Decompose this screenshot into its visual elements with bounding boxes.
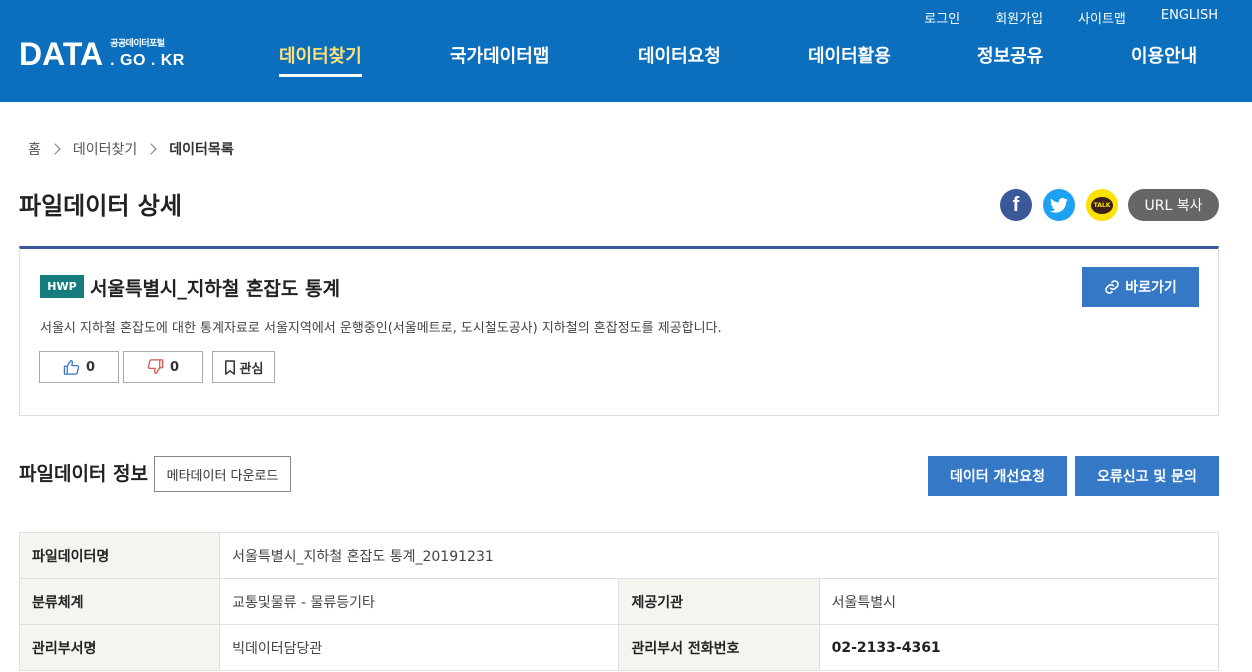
table-row: 관리부서명 빅데이터담당관 관리부서 전화번호 02-2133-4361: [18, 624, 1220, 671]
file-data-info-title: 파일데이터 정보: [19, 463, 148, 485]
file-name-value: 서울특별시_지하철 혼잡도 통계_20191231: [219, 532, 1219, 579]
dataset-title: 서울특별시_지하철 혼잡도 통계: [90, 278, 340, 300]
provider-value: 서울특별시: [818, 578, 1220, 625]
chevron-right-icon: [49, 143, 61, 155]
data-improve-request-button[interactable]: 데이터 개선요청: [928, 456, 1067, 496]
utility-nav: 로그인 회원가입 사이트맵 ENGLISH: [889, 8, 1218, 27]
breadcrumb-find-data[interactable]: 데이터찾기: [73, 139, 137, 159]
login-link[interactable]: 로그인: [924, 8, 960, 27]
page-title: 파일데이터 상세: [19, 192, 182, 220]
signup-link[interactable]: 회원가입: [995, 8, 1043, 27]
thumbs-up-icon: [63, 359, 80, 375]
file-data-info-table: 파일데이터명 서울특별시_지하철 혼잡도 통계_20191231 분류체계 교통…: [18, 532, 1220, 671]
facebook-share-button[interactable]: f: [1000, 189, 1032, 221]
category-value: 교통및물류 - 물류등기타: [219, 578, 620, 625]
provider-label: 제공기관: [618, 578, 820, 625]
like-button[interactable]: 0: [39, 351, 119, 383]
dataset-card: HWP 서울특별시_지하철 혼잡도 통계 서울시 지하철 혼잡도에 대한 통계자…: [19, 246, 1219, 416]
dept-label: 관리부서명: [18, 624, 221, 671]
sitemap-link[interactable]: 사이트맵: [1078, 8, 1126, 27]
interest-label: 관심: [239, 361, 264, 377]
bookmark-icon: [224, 359, 235, 375]
error-report-button[interactable]: 오류신고 및 문의: [1075, 456, 1219, 496]
main-nav: 데이터찾기 국가데이터맵 데이터요청 데이터활용 정보공유 이용안내: [0, 42, 1252, 82]
nav-item-find-data[interactable]: 데이터찾기: [279, 42, 362, 78]
share-buttons: f TALK URL 복사: [1000, 189, 1219, 221]
url-copy-button[interactable]: URL 복사: [1128, 189, 1219, 221]
like-count: 0: [85, 359, 96, 375]
goto-label: 바로가기: [1125, 280, 1177, 296]
nav-item-data-usage[interactable]: 데이터활용: [808, 42, 891, 78]
kakaotalk-icon: TALK: [1091, 196, 1113, 214]
twitter-share-button[interactable]: [1043, 189, 1075, 221]
table-row: 파일데이터명 서울특별시_지하철 혼잡도 통계_20191231: [18, 532, 1219, 579]
chevron-right-icon: [145, 143, 157, 155]
dislike-button[interactable]: 0: [123, 351, 203, 383]
table-row: 분류체계 교통및물류 - 물류등기타 제공기관 서울특별시: [18, 578, 1220, 625]
dataset-description: 서울시 지하철 혼잡도에 대한 통계자료로 서울지역에서 운행중인(서울메트로,…: [40, 321, 722, 336]
dislike-count: 0: [169, 359, 180, 375]
link-icon: [1105, 280, 1119, 294]
nav-item-national-data-map[interactable]: 국가데이터맵: [450, 42, 549, 78]
breadcrumb-data-list[interactable]: 데이터목록: [169, 139, 233, 159]
phone-value: 02-2133-4361: [818, 624, 1220, 671]
file-name-label: 파일데이터명: [18, 532, 221, 579]
nav-item-guide[interactable]: 이용안내: [1131, 42, 1197, 78]
phone-label: 관리부서 전화번호: [618, 624, 820, 671]
nav-item-data-request[interactable]: 데이터요청: [638, 42, 721, 78]
facebook-icon: f: [1012, 193, 1020, 216]
kakaotalk-share-button[interactable]: TALK: [1086, 189, 1118, 221]
breadcrumb-home[interactable]: 홈: [28, 139, 41, 159]
goto-button[interactable]: 바로가기: [1082, 267, 1199, 307]
twitter-icon: [1050, 197, 1068, 213]
english-link[interactable]: ENGLISH: [1161, 8, 1218, 27]
breadcrumb: 홈 데이터찾기 데이터목록: [28, 139, 234, 159]
category-label: 분류체계: [18, 578, 221, 625]
dept-value: 빅데이터담당관: [219, 624, 620, 671]
metadata-download-button[interactable]: 메타데이터 다운로드: [154, 456, 291, 492]
nav-item-info-share[interactable]: 정보공유: [977, 42, 1043, 78]
thumbs-down-icon: [147, 359, 164, 375]
interest-button[interactable]: 관심: [212, 351, 275, 383]
site-header: DATA 공공데이터포털 . GO . KR 로그인 회원가입 사이트맵 ENG…: [0, 0, 1252, 102]
file-format-badge: HWP: [40, 275, 84, 298]
